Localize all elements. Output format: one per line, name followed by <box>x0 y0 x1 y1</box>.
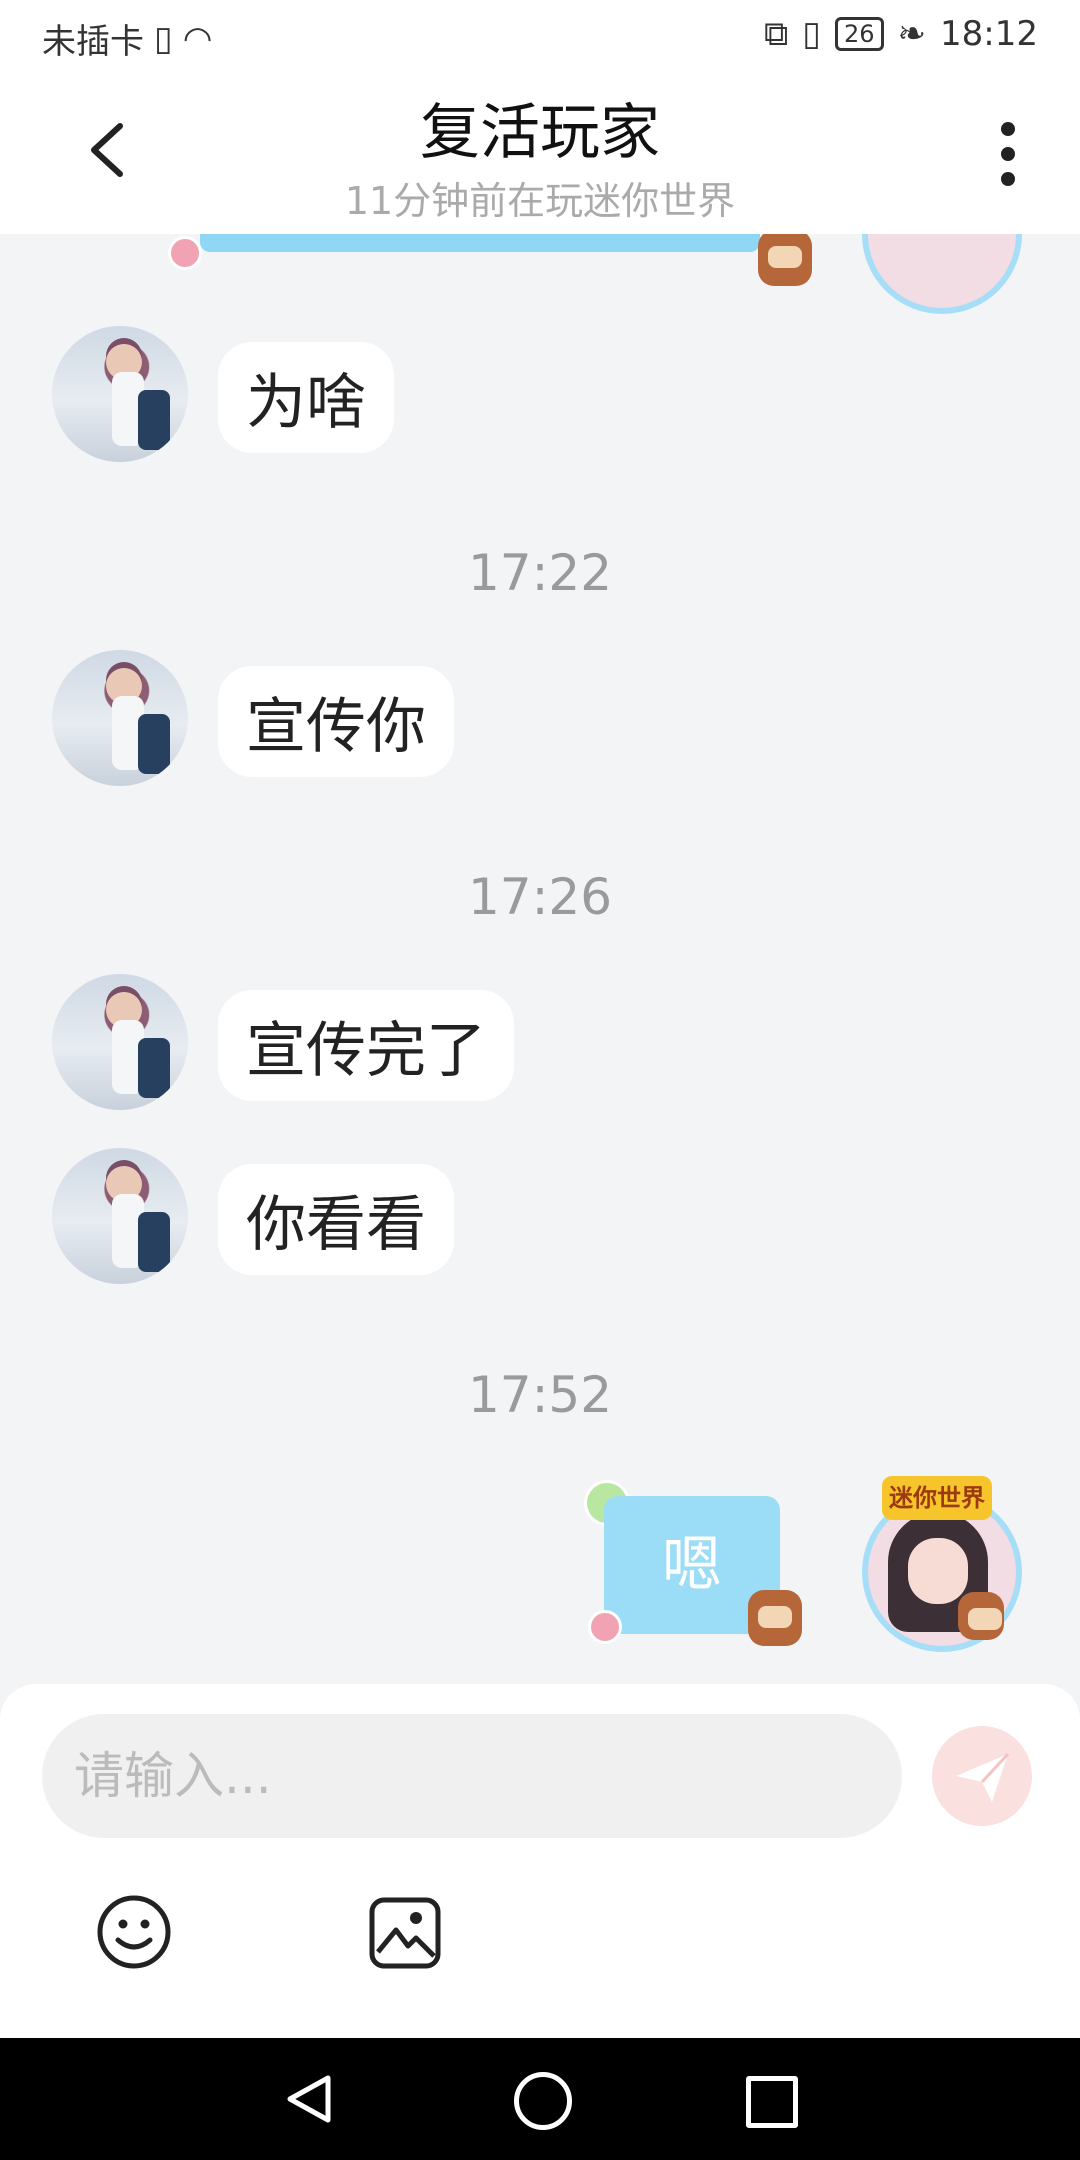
my-avatar-previous <box>862 234 1022 314</box>
message-bubble[interactable]: 宣传你 <box>218 666 454 777</box>
previous-message-bubble-edge <box>200 234 760 252</box>
cast-icon: ⧉ <box>763 14 789 54</box>
bear-decoration-icon <box>748 1590 802 1646</box>
battery-indicator: 26 <box>834 17 884 51</box>
message-timestamp: 17:26 <box>467 868 613 926</box>
sim-icon: ▯ <box>154 18 173 59</box>
image-icon[interactable] <box>368 1896 442 1970</box>
message-bubble[interactable]: 宣传完了 <box>218 990 514 1101</box>
contact-avatar[interactable] <box>52 974 188 1110</box>
nav-back-icon[interactable] <box>284 2074 334 2124</box>
emoji-icon[interactable] <box>96 1894 172 1970</box>
contact-status: 11分钟前在玩迷你世界 <box>344 179 736 223</box>
message-list[interactable]: 为啥 17:22 宣传你 17:26 宣传完了 你看看 17:52 <box>0 234 1080 1684</box>
avatar-frame-badge: 迷你世界 <box>882 1476 992 1520</box>
message-timestamp: 17:52 <box>467 1366 613 1424</box>
lollipop-decoration-icon <box>168 236 202 270</box>
message-row: 为啥 <box>0 326 1080 466</box>
contact-avatar[interactable] <box>52 326 188 462</box>
status-bar: 未插卡 ▯ ◠ ⧉ ▯ 26 ❧ 18:12 <box>0 0 1080 72</box>
send-button[interactable] <box>932 1726 1032 1826</box>
contact-avatar[interactable] <box>52 650 188 786</box>
composer <box>0 1684 1080 2038</box>
chat-header: 复活玩家 11分钟前在玩迷你世界 <box>0 72 1080 234</box>
message-row: 你看看 <box>0 1148 1080 1288</box>
carrier-label: 未插卡 <box>42 22 144 62</box>
bear-decoration-icon <box>758 234 812 286</box>
vibrate-icon: ▯ <box>802 14 821 54</box>
message-bubble[interactable]: 你看看 <box>218 1164 454 1275</box>
message-bubble[interactable]: 为啥 <box>218 342 394 453</box>
leaf-icon: ❧ <box>897 14 927 54</box>
nav-recents-icon[interactable] <box>746 2076 798 2128</box>
bear-decoration-icon <box>958 1592 1004 1640</box>
lollipop-decoration-icon <box>588 1610 622 1644</box>
more-menu-icon[interactable] <box>998 122 1018 186</box>
contact-name: 复活玩家 <box>420 98 660 168</box>
contact-avatar[interactable] <box>52 1148 188 1284</box>
message-timestamp: 17:22 <box>467 544 613 602</box>
system-nav-bar <box>0 2038 1080 2160</box>
message-row: 宣传你 <box>0 650 1080 790</box>
nav-home-icon[interactable] <box>514 2072 572 2130</box>
message-row: 宣传完了 <box>0 974 1080 1114</box>
wifi-icon: ◠ <box>182 18 213 59</box>
clock: 18:12 <box>940 14 1038 54</box>
message-input[interactable] <box>42 1714 902 1838</box>
paper-plane-icon <box>956 1752 1010 1802</box>
